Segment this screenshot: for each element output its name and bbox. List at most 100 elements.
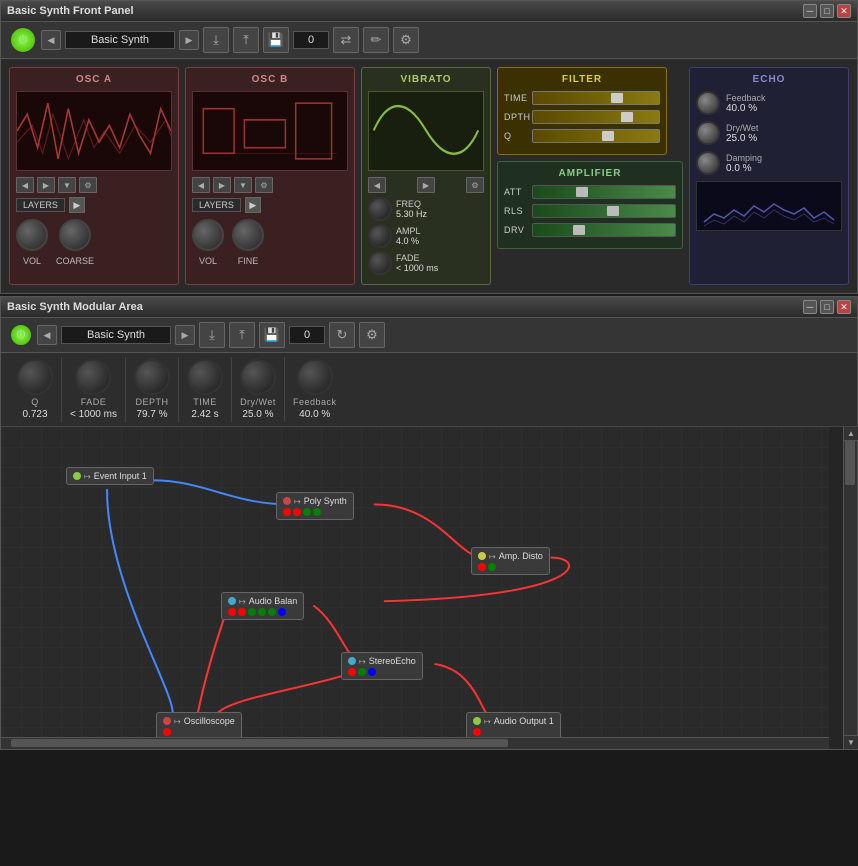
port-poly-synth-3[interactable] xyxy=(313,508,321,516)
modular-next-button[interactable]: ▶ xyxy=(175,325,195,345)
modular-power-button[interactable]: ⏻ xyxy=(9,323,33,347)
vibrato-next-btn[interactable]: ▶ xyxy=(417,177,435,193)
amp-att-slider[interactable] xyxy=(532,185,676,199)
module-node-oscilloscope[interactable]: ↦Oscilloscope xyxy=(156,712,242,737)
port-audio-balan-2[interactable] xyxy=(248,608,256,616)
modular-settings-button[interactable]: ⚙ xyxy=(359,322,385,348)
osc-a-next-btn[interactable]: ▶ xyxy=(37,177,55,193)
osc-a-settings-btn[interactable]: ⚙ xyxy=(79,177,97,193)
module-node-audio-output[interactable]: ↦Audio Output 1 xyxy=(466,712,561,737)
module-node-stereo-echo[interactable]: ↦StereoEcho xyxy=(341,652,423,680)
port-amp-disto-0[interactable] xyxy=(478,563,486,571)
modular-save-button[interactable]: 💾 xyxy=(259,322,285,348)
modular-minimize-button[interactable]: ─ xyxy=(803,300,817,314)
modular-toolbar: ⏻ ◀ Basic Synth ▶ ⤓ ⤒ 💾 0 ↻ ⚙ xyxy=(1,318,857,353)
modular-sync-button[interactable]: ↻ xyxy=(329,322,355,348)
front-save-button[interactable]: 💾 xyxy=(263,27,289,53)
amp-att-handle[interactable] xyxy=(576,187,588,197)
vscroll-up-arrow[interactable]: ▲ xyxy=(844,427,858,441)
param-knob-3[interactable] xyxy=(187,359,223,395)
front-close-button[interactable]: ✕ xyxy=(837,4,851,18)
port-stereo-echo-2[interactable] xyxy=(368,668,376,676)
port-audio-balan-5[interactable] xyxy=(278,608,286,616)
filter-time-slider[interactable] xyxy=(532,91,660,105)
vertical-scrollbar[interactable]: ▼ ▲ xyxy=(843,427,857,749)
amp-rls-slider[interactable] xyxy=(532,204,676,218)
vibrato-settings-btn[interactable]: ⚙ xyxy=(466,177,484,193)
port-audio-balan-4[interactable] xyxy=(268,608,276,616)
port-poly-synth-0[interactable] xyxy=(283,508,291,516)
front-preset-name[interactable]: Basic Synth xyxy=(65,31,175,49)
vscroll-thumb[interactable] xyxy=(845,437,855,485)
vscroll-down-arrow[interactable]: ▼ xyxy=(844,735,858,749)
osc-b-layers-btn[interactable]: ▶ xyxy=(245,197,261,213)
osc-a-vol-knob[interactable] xyxy=(16,219,48,251)
vibrato-ampl-knob[interactable] xyxy=(368,224,392,248)
filter-q-slider[interactable] xyxy=(532,129,660,143)
param-knob-5[interactable] xyxy=(297,359,333,395)
param-label-0: Q xyxy=(31,397,39,407)
front-prev-button[interactable]: ◀ xyxy=(41,30,61,50)
filter-dpth-slider[interactable] xyxy=(532,110,660,124)
osc-b-down-btn[interactable]: ▼ xyxy=(234,177,252,193)
port-amp-disto-1[interactable] xyxy=(488,563,496,571)
echo-feedback-knob[interactable] xyxy=(696,91,720,115)
port-audio-balan-0[interactable] xyxy=(228,608,236,616)
hscroll-thumb[interactable] xyxy=(11,739,508,747)
module-node-poly-synth[interactable]: ↦Poly Synth xyxy=(276,492,354,520)
osc-b-next-btn[interactable]: ▶ xyxy=(213,177,231,193)
filter-dpth-handle[interactable] xyxy=(621,112,633,122)
port-audio-output-0[interactable] xyxy=(473,728,481,736)
param-knob-1[interactable] xyxy=(75,359,111,395)
osc-a-coarse-knob[interactable] xyxy=(59,219,91,251)
module-node-event-input[interactable]: ↦Event Input 1 xyxy=(66,467,154,485)
amp-drv-slider[interactable] xyxy=(532,223,676,237)
osc-b-vol-knob[interactable] xyxy=(192,219,224,251)
osc-b-fine-knob[interactable] xyxy=(232,219,264,251)
vibrato-prev-btn[interactable]: ◀ xyxy=(368,177,386,193)
vibrato-freq-knob[interactable] xyxy=(368,197,392,221)
modular-prev-button[interactable]: ◀ xyxy=(37,325,57,345)
port-oscilloscope-0[interactable] xyxy=(163,728,171,736)
port-poly-synth-1[interactable] xyxy=(293,508,301,516)
port-stereo-echo-1[interactable] xyxy=(358,668,366,676)
module-node-amp-disto[interactable]: ↦Amp. Disto xyxy=(471,547,550,575)
osc-a-layers-btn[interactable]: ▶ xyxy=(69,197,85,213)
param-knob-2[interactable] xyxy=(134,359,170,395)
osc-b-prev-btn[interactable]: ◀ xyxy=(192,177,210,193)
modular-maximize-button[interactable]: □ xyxy=(820,300,834,314)
modular-preset-num[interactable]: 0 xyxy=(289,326,325,344)
front-next-button[interactable]: ▶ xyxy=(179,30,199,50)
amp-rls-handle[interactable] xyxy=(607,206,619,216)
echo-drywet-knob[interactable] xyxy=(696,121,720,145)
module-node-audio-balan[interactable]: ↦Audio Balan xyxy=(221,592,304,620)
front-import-button[interactable]: ⤓ xyxy=(203,27,229,53)
port-audio-balan-1[interactable] xyxy=(238,608,246,616)
modular-export-button[interactable]: ⤒ xyxy=(229,322,255,348)
front-preset-num[interactable]: 0 xyxy=(293,31,329,49)
front-maximize-button[interactable]: □ xyxy=(820,4,834,18)
filter-q-handle[interactable] xyxy=(602,131,614,141)
front-minimize-button[interactable]: ─ xyxy=(803,4,817,18)
front-midi-button[interactable]: ⇄ xyxy=(333,27,359,53)
amp-drv-handle[interactable] xyxy=(573,225,585,235)
port-stereo-echo-0[interactable] xyxy=(348,668,356,676)
modular-close-button[interactable]: ✕ xyxy=(837,300,851,314)
front-settings-button[interactable]: ⚙ xyxy=(393,27,419,53)
osc-a-prev-btn[interactable]: ◀ xyxy=(16,177,34,193)
osc-b-settings-btn[interactable]: ⚙ xyxy=(255,177,273,193)
osc-a-down-btn[interactable]: ▼ xyxy=(58,177,76,193)
front-pencil-button[interactable]: ✏ xyxy=(363,27,389,53)
param-knob-0[interactable] xyxy=(17,359,53,395)
vibrato-fade-knob[interactable] xyxy=(368,251,392,275)
modular-import-button[interactable]: ⤓ xyxy=(199,322,225,348)
port-audio-balan-3[interactable] xyxy=(258,608,266,616)
modular-preset-name[interactable]: Basic Synth xyxy=(61,326,171,344)
echo-damping-knob[interactable] xyxy=(696,151,720,175)
filter-time-handle[interactable] xyxy=(611,93,623,103)
param-knob-4[interactable] xyxy=(240,359,276,395)
front-export-button[interactable]: ⤒ xyxy=(233,27,259,53)
port-poly-synth-2[interactable] xyxy=(303,508,311,516)
horizontal-scrollbar[interactable] xyxy=(1,737,829,749)
front-power-button[interactable]: ⏻ xyxy=(9,26,37,54)
